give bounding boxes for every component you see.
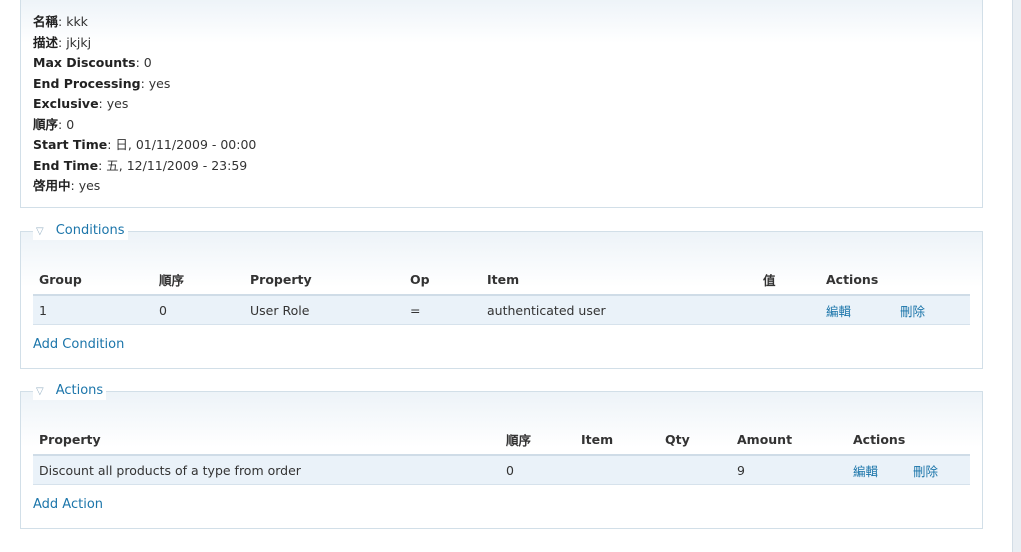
column-header: Amount: [731, 425, 847, 456]
column-header: 值: [757, 265, 820, 296]
delete-action-link[interactable]: 刪除: [913, 464, 938, 479]
info-value: jkjkj: [66, 34, 92, 50]
info-value: 0: [143, 55, 152, 70]
info-row-end-time: End Time: 五, 12/11/2009 - 23:59: [33, 157, 248, 173]
collapse-triangle-icon[interactable]: ▽: [36, 386, 44, 397]
edit-condition-link[interactable]: 編輯: [826, 304, 851, 319]
column-header: Item: [481, 265, 757, 296]
info-label: Start Time: [33, 137, 108, 152]
cell-value: [757, 295, 820, 325]
cell-op: =: [404, 295, 481, 325]
delete-condition-link[interactable]: 刪除: [900, 304, 925, 319]
add-condition-link[interactable]: Add Condition: [33, 337, 124, 352]
column-header: Property: [244, 265, 404, 296]
info-label: End Processing: [33, 75, 141, 91]
info-row-end-processing: End Processing: yes: [33, 75, 171, 91]
column-header: Op: [404, 265, 481, 296]
column-header: 順序: [153, 265, 244, 296]
info-label: 名稱: [33, 14, 59, 29]
cell-delete: 刪除: [907, 455, 970, 485]
cell-property: User Role: [244, 295, 404, 325]
table-row: Discount all products of a type from ord…: [33, 455, 970, 485]
info-row-exclusive: Exclusive: yes: [33, 96, 129, 111]
info-row-enabled: 啓用中: yes: [33, 178, 101, 193]
info-label: End Time: [33, 157, 99, 173]
info-label: 描述: [33, 34, 59, 50]
info-value: yes: [78, 178, 101, 193]
discount-info-box: 名稱: kkk 描述: jkjkj Max Discounts: 0 End P…: [20, 0, 983, 208]
conditions-fieldset: ▽ Conditions Group 順序 Property Op Item 值 …: [20, 222, 983, 369]
column-header: Group: [33, 265, 153, 296]
add-action-link[interactable]: Add Action: [33, 497, 103, 512]
actions-header-row: Property 順序 Item Qty Amount Actions: [33, 425, 970, 456]
cell-item: authenticated user: [481, 295, 757, 325]
info-row-order: 順序: 0: [33, 116, 75, 132]
info-value: yes: [148, 75, 171, 91]
cell-amount: 9: [731, 455, 847, 485]
actions-legend-title[interactable]: Actions: [56, 383, 104, 398]
conditions-table: Group 順序 Property Op Item 值 Actions 1 0 …: [33, 265, 970, 325]
column-header: Actions: [847, 425, 970, 456]
info-row-max-discounts: Max Discounts: 0: [33, 55, 152, 70]
info-label: 啓用中: [33, 178, 71, 193]
info-label: 順序: [33, 116, 59, 132]
discount-info-list: 名稱: kkk 描述: jkjkj Max Discounts: 0 End P…: [33, 12, 256, 197]
table-row: 1 0 User Role = authenticated user 編輯 刪除: [33, 295, 970, 325]
column-header: 順序: [500, 425, 575, 456]
info-row-name: 名稱: kkk: [33, 14, 88, 29]
info-row-description: 描述: jkjkj: [33, 34, 92, 50]
info-value: kkk: [66, 14, 88, 29]
column-header: Actions: [820, 265, 970, 296]
cell-edit: 編輯: [820, 295, 894, 325]
edit-action-link[interactable]: 編輯: [853, 464, 878, 479]
cell-edit: 編輯: [847, 455, 907, 485]
conditions-legend-title[interactable]: Conditions: [56, 223, 125, 238]
actions-legend[interactable]: ▽ Actions: [33, 382, 107, 400]
conditions-header-row: Group 順序 Property Op Item 值 Actions: [33, 265, 970, 296]
info-label: Max Discounts: [33, 55, 136, 70]
collapse-triangle-icon[interactable]: ▽: [36, 226, 44, 237]
actions-fieldset: ▽ Actions Property 順序 Item Qty Amount Act…: [20, 382, 983, 529]
cell-order: 0: [500, 455, 575, 485]
cell-order: 0: [153, 295, 244, 325]
column-header: Property: [33, 425, 500, 456]
page: 名稱: kkk 描述: jkjkj Max Discounts: 0 End P…: [0, 0, 1021, 552]
info-value: yes: [106, 96, 129, 111]
conditions-legend[interactable]: ▽ Conditions: [33, 222, 128, 240]
cell-qty: [659, 455, 731, 485]
info-value: 日, 01/11/2009 - 00:00: [115, 137, 257, 152]
cell-delete: 刪除: [894, 295, 970, 325]
column-header: Item: [575, 425, 659, 456]
info-value: 0: [66, 116, 75, 132]
cell-property: Discount all products of a type from ord…: [33, 455, 500, 485]
actions-table: Property 順序 Item Qty Amount Actions Disc…: [33, 425, 970, 485]
vertical-scrollbar[interactable]: [1012, 0, 1021, 552]
cell-group: 1: [33, 295, 153, 325]
info-label: Exclusive: [33, 96, 99, 111]
cell-item: [575, 455, 659, 485]
info-row-start-time: Start Time: 日, 01/11/2009 - 00:00: [33, 137, 257, 152]
info-value: 五, 12/11/2009 - 23:59: [106, 157, 248, 173]
column-header: Qty: [659, 425, 731, 456]
